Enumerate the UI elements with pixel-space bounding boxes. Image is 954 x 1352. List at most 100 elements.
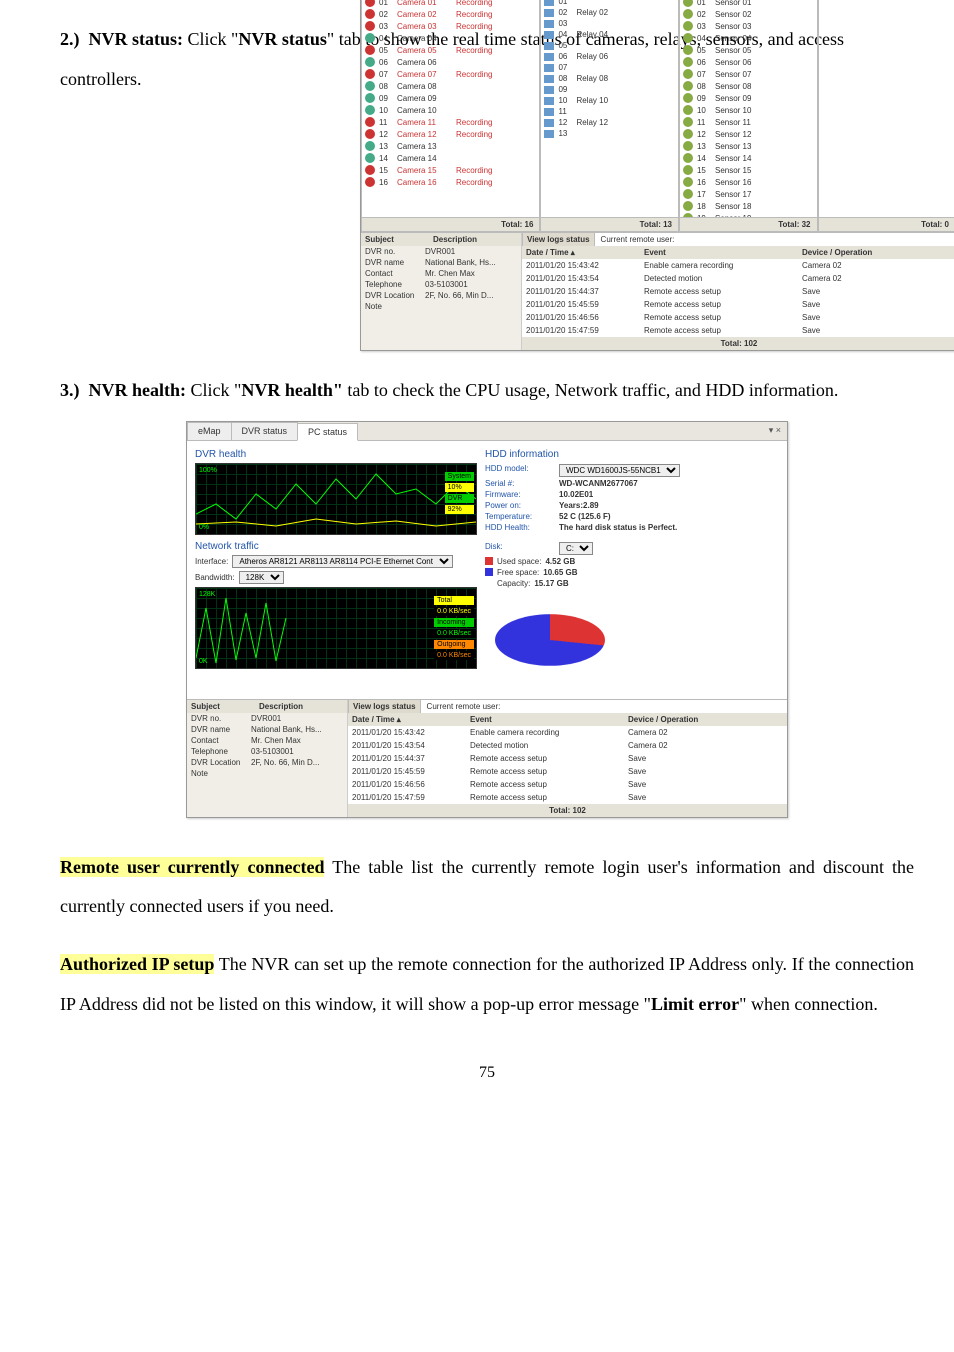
iface-select[interactable]: Atheros AR8121 AR8113 AR8114 PCI-E Ether… <box>232 555 453 568</box>
legend-total-v: 0.0 KB/sec <box>434 607 474 616</box>
sensor-row[interactable]: 15Sensor 15 <box>681 164 816 176</box>
remote-user-label-2: Current remote user: <box>421 700 507 713</box>
relay-icon <box>544 86 554 94</box>
camera-row[interactable]: 02Camera 02Recording <box>363 8 538 20</box>
log-row[interactable]: 2011/01/20 15:44:37Remote access setupSa… <box>522 285 954 298</box>
relay-icon <box>544 130 554 138</box>
auth-bold: Limit error <box>651 994 739 1014</box>
camera-row[interactable]: 06Camera 06 <box>363 56 538 68</box>
pw-l: Power on: <box>485 501 555 510</box>
camera-row[interactable]: 08Camera 08 <box>363 80 538 92</box>
sensor-icon <box>683 105 693 115</box>
sensor-row[interactable]: 05Sensor 05 <box>681 44 816 56</box>
camera-row[interactable]: 12Camera 12Recording <box>363 128 538 140</box>
legend-dvr: DVR <box>445 494 474 503</box>
relay-icon <box>544 108 554 116</box>
net-traffic-title: Network traffic <box>195 541 475 552</box>
camera-row[interactable]: 11Camera 11Recording <box>363 116 538 128</box>
camera-row[interactable]: 10Camera 10 <box>363 104 538 116</box>
camera-status-icon <box>365 153 375 163</box>
sensor-row[interactable]: 13Sensor 13 <box>681 140 816 152</box>
log-row[interactable]: 2011/01/20 15:44:37Remote access setupSa… <box>348 752 787 765</box>
hdd-model-select[interactable]: WDC WD1600JS-55NCB1 <box>559 464 680 477</box>
camera-row[interactable]: 16Camera 16Recording <box>363 176 538 188</box>
tab-dvr-status-2[interactable]: DVR status <box>231 422 299 440</box>
sensor-row[interactable]: 16Sensor 16 <box>681 176 816 188</box>
camera-row[interactable]: 01Camera 01Recording <box>363 0 538 8</box>
log-row[interactable]: 2011/01/20 15:46:56Remote access setupSa… <box>348 778 787 791</box>
log-total: Total: 102 <box>522 337 954 350</box>
relay-row[interactable]: 07 <box>542 62 677 73</box>
cap-icon <box>485 579 493 587</box>
relay-row[interactable]: 08Relay 08 <box>542 73 677 84</box>
camera-row[interactable]: 09Camera 09 <box>363 92 538 104</box>
view-logs-btn[interactable]: View logs status <box>522 233 595 246</box>
sensor-row[interactable]: 12Sensor 12 <box>681 128 816 140</box>
datetime-col-2[interactable]: Date / Time ▴ <box>348 713 466 726</box>
relay-row[interactable]: 02Relay 02 <box>542 7 677 18</box>
camera-row[interactable]: 07Camera 07Recording <box>363 68 538 80</box>
device-col-2: Device / Operation <box>624 713 732 726</box>
camera-row[interactable]: 15Camera 15Recording <box>363 164 538 176</box>
relay-row[interactable]: 11 <box>542 106 677 117</box>
sensor-row[interactable]: 10Sensor 10 <box>681 104 816 116</box>
temp-l: Temperature: <box>485 512 555 521</box>
window-controls-2[interactable]: ▾ × <box>763 422 787 440</box>
relay-row[interactable]: 01 <box>542 0 677 7</box>
log-row[interactable]: 2011/01/20 15:47:59Remote access setupSa… <box>522 324 954 337</box>
datetime-col[interactable]: Date / Time ▴ <box>522 246 640 259</box>
tab-emap-2[interactable]: eMap <box>187 422 232 440</box>
log-row[interactable]: 2011/01/20 15:43:54Detected motionCamera… <box>522 272 954 285</box>
log-row[interactable]: 2011/01/20 15:46:56Remote access setupSa… <box>522 311 954 324</box>
log-row[interactable]: 2011/01/20 15:47:59Remote access setupSa… <box>348 791 787 804</box>
sensor-row[interactable]: 07Sensor 07 <box>681 68 816 80</box>
camera-row[interactable]: 05Camera 05Recording <box>363 44 538 56</box>
desc-col: Description <box>429 233 481 246</box>
view-logs-btn-2[interactable]: View logs status <box>348 700 421 713</box>
relay-row[interactable]: 10Relay 10 <box>542 95 677 106</box>
sensor-row[interactable]: 17Sensor 17 <box>681 188 816 200</box>
relay-row[interactable]: 03 <box>542 18 677 29</box>
sensor-row[interactable]: 09Sensor 09 <box>681 92 816 104</box>
sensor-row[interactable]: 06Sensor 06 <box>681 56 816 68</box>
event-col-2: Event <box>466 713 624 726</box>
sensor-row[interactable]: 11Sensor 11 <box>681 116 816 128</box>
legend-in: Incoming <box>434 618 474 627</box>
sensor-row[interactable]: 04Sensor 04 <box>681 32 816 44</box>
sensor-row[interactable]: 01Sensor 01 <box>681 0 816 8</box>
sensor-row[interactable]: 14Sensor 14 <box>681 152 816 164</box>
camera-row[interactable]: 04Camera 04 <box>363 32 538 44</box>
relay-row[interactable]: 13 <box>542 128 677 139</box>
sensor-row[interactable]: 08Sensor 08 <box>681 80 816 92</box>
auth-ip-heading: Authorized IP setup <box>60 954 214 974</box>
camera-row[interactable]: 03Camera 03Recording <box>363 20 538 32</box>
log-row[interactable]: 2011/01/20 15:43:42Enable camera recordi… <box>348 726 787 739</box>
log-row[interactable]: 2011/01/20 15:45:59Remote access setupSa… <box>348 765 787 778</box>
dvr-health-title: DVR health <box>195 449 475 460</box>
sensor-row[interactable]: 18Sensor 18 <box>681 200 816 212</box>
relay-row[interactable]: 12Relay 12 <box>542 117 677 128</box>
legend-total: Total <box>434 596 474 605</box>
disk-select[interactable]: C: <box>559 542 593 555</box>
bw-select[interactable]: 128K <box>239 571 284 584</box>
remote-user-label: Current remote user: <box>595 233 681 246</box>
section3-head: NVR health: <box>89 380 187 400</box>
camera-row[interactable]: 14Camera 14 <box>363 152 538 164</box>
tab-pc-status-2[interactable]: PC status <box>297 423 358 441</box>
camera-status-icon <box>365 93 375 103</box>
camera-row[interactable]: 13Camera 13 <box>363 140 538 152</box>
relay-row[interactable]: 06Relay 06 <box>542 51 677 62</box>
log-row[interactable]: 2011/01/20 15:43:54Detected motionCamera… <box>348 739 787 752</box>
relay-row[interactable]: 04Relay 04 <box>542 29 677 40</box>
disk-pie-chart <box>495 614 605 666</box>
sensor-icon <box>683 21 693 31</box>
relay-icon <box>544 119 554 127</box>
sensor-row[interactable]: 02Sensor 02 <box>681 8 816 20</box>
relay-row[interactable]: 09 <box>542 84 677 95</box>
log-row[interactable]: 2011/01/20 15:45:59Remote access setupSa… <box>522 298 954 311</box>
log-row[interactable]: 2011/01/20 15:43:42Enable camera recordi… <box>522 259 954 272</box>
sensor-row[interactable]: 03Sensor 03 <box>681 20 816 32</box>
sensor-icon <box>683 81 693 91</box>
legend-system: System <box>445 472 474 481</box>
relay-row[interactable]: 05 <box>542 40 677 51</box>
